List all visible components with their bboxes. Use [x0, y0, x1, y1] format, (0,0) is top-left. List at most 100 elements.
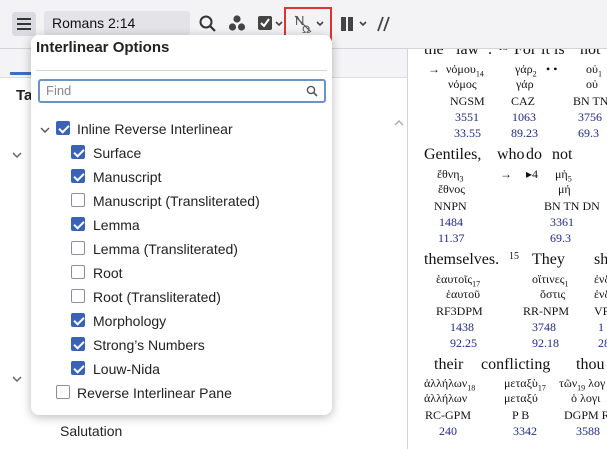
greek-surface[interactable]: ἐνδείκ — [594, 272, 607, 287]
greek-lemma[interactable]: γάρ — [516, 77, 534, 92]
english-word[interactable]: the — [424, 49, 444, 59]
greek-lemma[interactable]: ἔθνος — [438, 182, 465, 197]
strongs-number[interactable]: 3756 — [578, 110, 602, 125]
chevron-down-icon[interactable] — [11, 150, 23, 160]
greek-lemma[interactable]: νόμος — [448, 77, 477, 92]
louw-nida-number[interactable]: 11.37 — [438, 231, 465, 246]
english-word[interactable]: their — [434, 356, 463, 374]
strongs-number[interactable]: 3588 — [576, 424, 600, 439]
option-inline-reverse-interlinear[interactable]: Inline Reverse Interlinear — [31, 119, 332, 139]
checkbox[interactable] — [71, 337, 85, 351]
checkbox[interactable] — [71, 361, 85, 375]
option-lemma-transliterated[interactable]: Lemma (Transliterated) — [31, 239, 332, 259]
reference-input[interactable]: Romans 2:14 — [44, 11, 190, 35]
strongs-number[interactable]: 1 — [598, 320, 604, 335]
greek-surface[interactable]: οἵτινες1 — [532, 272, 569, 288]
english-word[interactable]: themselves. — [424, 251, 499, 269]
find-input[interactable]: Find — [38, 79, 326, 103]
strongs-number[interactable]: 1438 — [450, 320, 474, 335]
strongs-number[interactable]: 3342 — [513, 424, 537, 439]
chevron-up-icon[interactable] — [393, 118, 405, 128]
english-word[interactable]: Gentiles, — [424, 146, 481, 164]
louw-nida-number[interactable]: 92.25 — [450, 336, 477, 351]
morphology[interactable]: P B — [512, 408, 529, 423]
greek-surface[interactable]: μεταξὺ17 — [504, 376, 546, 392]
louw-nida-number[interactable]: 69.3 — [578, 126, 599, 141]
strongs-number[interactable]: 1063 — [512, 110, 536, 125]
louw-nida-number[interactable]: 33.55 — [454, 126, 481, 141]
greek-lemma[interactable]: οὐ — [586, 77, 598, 92]
checkbox[interactable] — [71, 145, 85, 159]
english-word[interactable]: They — [532, 251, 565, 269]
greek-surface[interactable]: γάρ2 — [515, 62, 537, 78]
strongs-number[interactable]: 1484 — [439, 215, 463, 230]
louw-nida-number[interactable]: 28 — [598, 336, 607, 351]
english-word[interactable]: not — [580, 49, 600, 59]
morphology[interactable]: NNPN — [434, 199, 467, 214]
louw-nida-number[interactable]: 92.18 — [532, 336, 559, 351]
option-manuscript-transliterated[interactable]: Manuscript (Transliterated) — [31, 191, 332, 211]
parallel-icon[interactable] — [374, 12, 394, 36]
greek-surface[interactable]: ἔθνη3 — [437, 167, 464, 183]
morphology[interactable]: DGPM R — [564, 408, 607, 423]
english-word[interactable]: conflicting — [481, 356, 550, 374]
greek-lemma[interactable]: ἀλλήλων — [424, 391, 467, 406]
option-morphology[interactable]: Morphology — [31, 311, 332, 331]
strongs-number[interactable]: 3748 — [532, 320, 556, 335]
option-root-transliterated[interactable]: Root (Transliterated) — [31, 287, 332, 307]
morphology[interactable]: RF3DPM — [436, 304, 483, 319]
checkbox[interactable] — [56, 121, 70, 135]
greek-lemma[interactable]: μή — [558, 182, 571, 197]
morphology[interactable]: VP — [594, 304, 607, 319]
search-icon[interactable] — [198, 12, 218, 36]
english-word[interactable]: For — [514, 49, 536, 59]
english-word[interactable]: who — [497, 146, 525, 164]
english-word[interactable]: law — [456, 49, 479, 59]
greek-surface[interactable]: μὴ5 — [555, 167, 572, 183]
greek-surface[interactable]: ἀλλήλων18 — [424, 376, 475, 392]
greek-surface[interactable]: ἑαυτοῖς17 — [436, 272, 480, 288]
strongs-number[interactable]: 3361 — [550, 215, 574, 230]
greek-lemma[interactable]: ἐνδε — [594, 287, 607, 302]
checkbox[interactable] — [71, 289, 85, 303]
option-strongs-numbers[interactable]: Strong’s Numbers — [31, 335, 332, 355]
option-lemma[interactable]: Lemma — [31, 215, 332, 235]
morphology[interactable]: BN TN DN — [544, 199, 600, 214]
greek-lemma[interactable]: μεταξύ — [504, 391, 538, 406]
strongs-number[interactable]: 240 — [439, 424, 457, 439]
greek-lemma[interactable]: ἑαυτοῦ — [446, 287, 480, 302]
checkbox[interactable] — [71, 241, 85, 255]
greek-lemma[interactable]: ὅστις — [540, 287, 565, 302]
louw-nida-number[interactable]: 89.23 — [511, 126, 538, 141]
greek-lemma[interactable]: ὁ λογι — [571, 391, 600, 406]
option-louw-nida[interactable]: Louw-Nida — [31, 359, 332, 379]
visual-filter-icon[interactable] — [226, 12, 248, 36]
morphology[interactable]: NGSM — [450, 94, 485, 109]
checkbox[interactable] — [71, 193, 85, 207]
outline-item-salutation[interactable]: Salutation — [60, 423, 122, 439]
option-reverse-interlinear-pane[interactable]: Reverse Interlinear Pane — [31, 383, 332, 403]
interlinear-icon[interactable]: N Ω — [293, 12, 329, 36]
columns-dropdown-icon[interactable] — [338, 12, 372, 36]
option-surface[interactable]: Surface — [31, 143, 332, 163]
greek-surface[interactable]: νόμου14 — [446, 62, 484, 78]
english-word[interactable]: it is — [541, 49, 565, 59]
checkbox[interactable] — [71, 313, 85, 327]
english-word[interactable]: not — [552, 146, 572, 164]
morphology[interactable]: CAZ — [511, 94, 535, 109]
chevron-down-icon[interactable] — [11, 374, 23, 384]
morphology[interactable]: RR-NPM — [523, 304, 569, 319]
louw-nida-number[interactable]: 69.3 — [550, 231, 571, 246]
strongs-number[interactable]: 3551 — [455, 110, 479, 125]
morphology[interactable]: RC-GPM — [425, 408, 471, 423]
english-word[interactable]: thou — [576, 356, 604, 374]
option-root[interactable]: Root — [31, 263, 332, 283]
menu-button[interactable] — [12, 12, 36, 36]
english-word[interactable]: sh — [594, 251, 607, 269]
greek-surface[interactable]: οὐ1 — [586, 62, 602, 78]
checkbox[interactable] — [71, 265, 85, 279]
english-word[interactable]: do — [526, 146, 542, 164]
morphology[interactable]: BN TN — [573, 94, 607, 109]
checklist-dropdown-icon[interactable] — [256, 12, 286, 36]
checkbox[interactable] — [56, 385, 70, 399]
